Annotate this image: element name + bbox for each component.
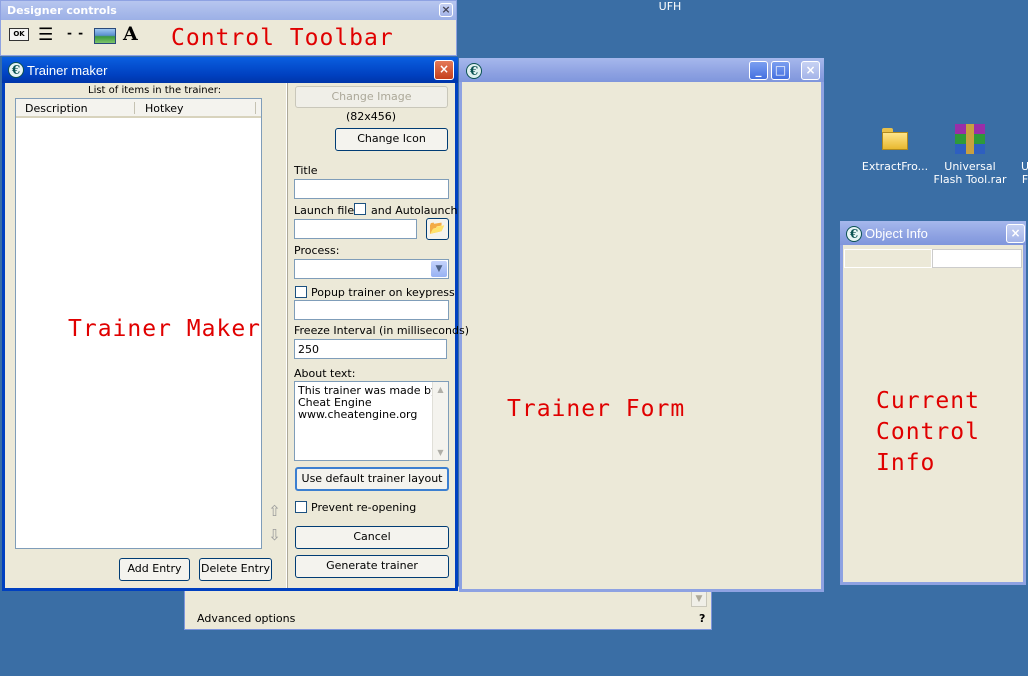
control-toolbar-annotation: Control Toolbar <box>171 25 394 51</box>
image-size-label: (82x456) <box>346 110 397 123</box>
generate-trainer-button[interactable]: Generate trainer <box>295 555 449 578</box>
background-scroll-arrow: ▼ <box>691 591 707 607</box>
object-info-window: € Object Info × Current Control Info <box>840 221 1026 585</box>
help-icon[interactable]: ? <box>699 612 705 625</box>
button-tool-icon[interactable]: OK <box>9 28 29 41</box>
change-image-button[interactable]: Change Image <box>295 86 448 108</box>
list-header: Description Hotkey <box>16 99 261 118</box>
current-control-info-annotation: Current Control Info <box>876 388 980 476</box>
desktop-icon-label: ExtractFro... <box>861 160 929 173</box>
column-divider <box>134 102 135 114</box>
desktop-edge-label: F <box>1021 173 1028 186</box>
autolaunch-checkbox[interactable] <box>354 203 366 215</box>
scroll-up-arrow-icon[interactable]: ▲ <box>433 382 448 397</box>
desktop-top-label: UFH <box>658 0 682 13</box>
property-value-cell[interactable] <box>932 249 1022 268</box>
launch-file-input[interactable] <box>294 219 417 239</box>
separator-tool-icon[interactable]: - - <box>67 26 84 40</box>
prevent-reopening-label: Prevent re-opening <box>311 501 417 514</box>
popup-hotkey-input[interactable] <box>294 300 449 320</box>
popup-on-keypress-checkbox[interactable] <box>295 286 307 298</box>
cheat-engine-icon: € <box>466 63 482 79</box>
label-tool-icon[interactable]: A <box>123 23 138 45</box>
cheat-engine-icon: € <box>8 62 24 78</box>
property-name-cell[interactable] <box>844 249 932 268</box>
delete-entry-button[interactable]: Delete Entry <box>199 558 272 581</box>
object-info-titlebar[interactable]: € Object Info × <box>840 221 1026 245</box>
freeze-interval-input[interactable]: 250 <box>294 339 447 359</box>
desktop-icon-label: Universal Flash Tool.rar <box>933 160 1007 186</box>
autolaunch-label: and Autolaunch <box>371 204 458 217</box>
advanced-options-label[interactable]: Advanced options <box>197 612 295 625</box>
winrar-archive-icon <box>955 124 985 154</box>
prevent-reopening-checkbox[interactable] <box>295 501 307 513</box>
scroll-down-arrow-icon[interactable]: ▼ <box>433 445 448 460</box>
open-folder-icon[interactable]: 📂 <box>426 218 449 240</box>
designer-controls-titlebar[interactable]: Designer controls × <box>1 1 456 20</box>
process-label: Process: <box>294 244 340 257</box>
trainer-form-close-button[interactable]: × <box>801 61 820 80</box>
trainer-maker-annotation: Trainer Maker <box>68 316 262 342</box>
list-tool-icon[interactable]: ☰ <box>38 25 53 45</box>
image-tool-icon[interactable] <box>94 28 116 44</box>
maximize-button[interactable]: □ <box>771 61 790 80</box>
desktop-edge-label: U <box>1020 160 1028 173</box>
folder-icon <box>882 128 908 150</box>
trainer-maker-close-button[interactable]: × <box>434 60 454 80</box>
title-label: Title <box>294 164 318 177</box>
cheat-engine-icon: € <box>846 226 862 242</box>
column-hotkey[interactable]: Hotkey <box>145 102 184 115</box>
designer-controls-close-button[interactable]: × <box>439 3 453 17</box>
popup-on-keypress-label: Popup trainer on keypress <box>311 286 455 299</box>
trainer-form-annotation: Trainer Form <box>507 396 686 422</box>
trainer-list-panel: List of items in the trainer: Descriptio… <box>8 83 287 588</box>
change-icon-button[interactable]: Change Icon <box>335 128 448 151</box>
trainer-maker-window: € Trainer maker × List of items in the t… <box>2 57 469 591</box>
launch-file-label: Launch file: <box>294 204 358 217</box>
trainer-maker-title: Trainer maker <box>27 63 108 78</box>
process-select[interactable]: ▼ <box>294 259 449 279</box>
trainer-maker-titlebar[interactable]: € Trainer maker × <box>2 57 458 83</box>
background-window: ▼ Advanced options ? <box>184 586 712 630</box>
title-input[interactable] <box>294 179 449 199</box>
minimize-button[interactable]: _ <box>749 61 768 80</box>
cancel-button[interactable]: Cancel <box>295 526 449 549</box>
move-down-arrow-icon[interactable]: ⇩ <box>268 525 281 545</box>
column-divider <box>255 102 256 114</box>
trainer-form-window: € _ □ × Trainer Form <box>459 58 824 592</box>
add-entry-button[interactable]: Add Entry <box>119 558 190 581</box>
designer-controls-title: Designer controls <box>7 4 117 17</box>
trainer-form-titlebar[interactable]: € _ □ × <box>459 58 824 82</box>
object-info-close-button[interactable]: × <box>1006 224 1025 243</box>
desktop-icon-universal-flash-tool[interactable]: Universal Flash Tool.rar <box>932 122 1008 188</box>
designer-controls-window: Designer controls × OK ☰ - - A Control T… <box>0 0 457 56</box>
column-description[interactable]: Description <box>25 102 88 115</box>
move-up-arrow-icon[interactable]: ⇧ <box>268 501 281 521</box>
chevron-down-icon[interactable]: ▼ <box>431 261 447 277</box>
about-text-content: This trainer was made by Cheat Engine ww… <box>298 384 438 421</box>
use-default-layout-button[interactable]: Use default trainer layout <box>295 467 449 491</box>
about-scrollbar[interactable]: ▲ ▼ <box>432 382 448 460</box>
about-text-area[interactable]: This trainer was made by Cheat Engine ww… <box>294 381 449 461</box>
list-caption: List of items in the trainer: <box>88 85 222 96</box>
object-info-title: Object Info <box>865 226 928 241</box>
about-text-label: About text: <box>294 367 356 380</box>
desktop-icon-extract[interactable]: ExtractFro... <box>860 122 930 182</box>
freeze-interval-label: Freeze Interval (in milliseconds) <box>294 324 470 337</box>
